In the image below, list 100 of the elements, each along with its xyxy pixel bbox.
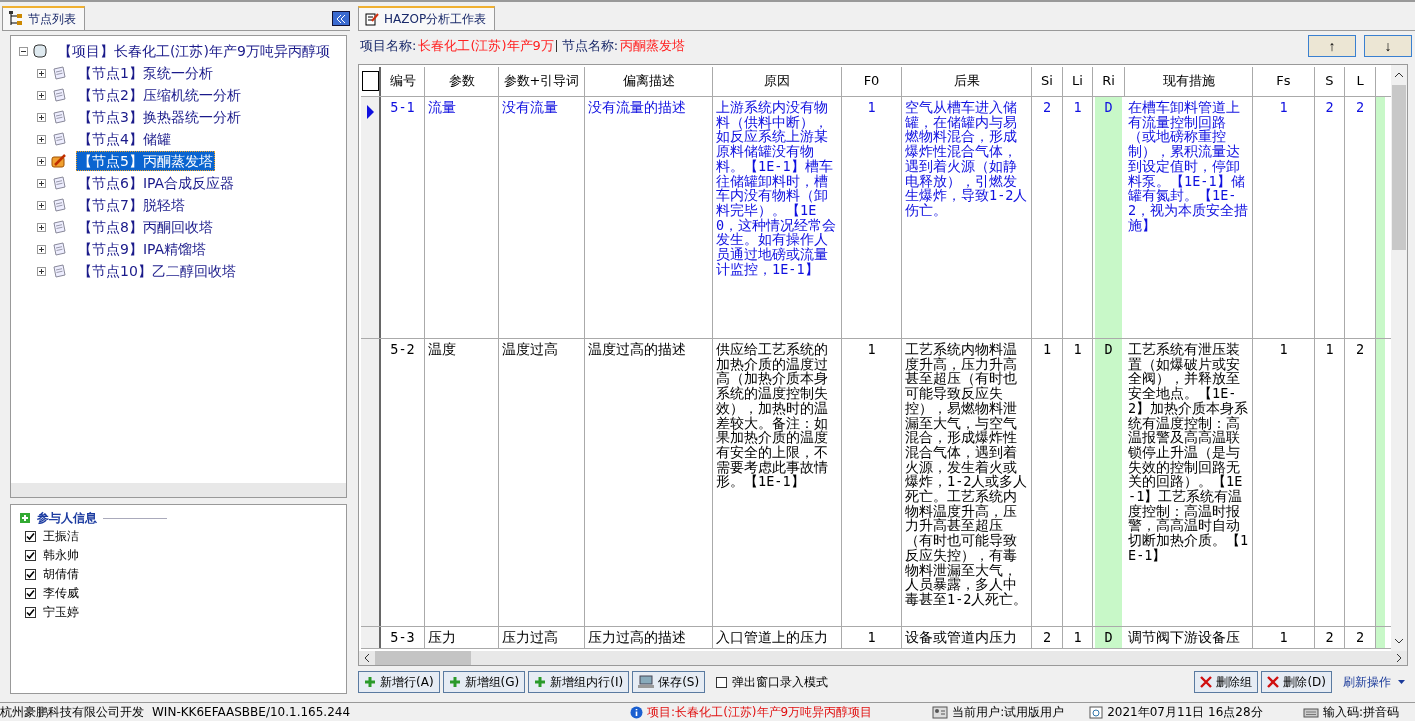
expand-icon[interactable]: [37, 156, 46, 166]
worksheet-tab[interactable]: HAZOP分析工作表: [358, 6, 496, 30]
tree-item[interactable]: 【节点4】储罐: [76, 129, 173, 149]
column-header[interactable]: 现有措施: [1125, 67, 1253, 96]
checkbox[interactable]: [25, 607, 36, 618]
expand-icon[interactable]: [37, 244, 46, 254]
scrollbar-thumb[interactable]: [1392, 85, 1406, 250]
document-icon: [51, 175, 67, 191]
horizontal-scrollbar[interactable]: [359, 651, 1407, 665]
expand-icon[interactable]: [37, 200, 46, 210]
user-status: 当前用户:试用版用户: [952, 703, 1065, 721]
expand-icon[interactable]: [37, 178, 46, 188]
column-header[interactable]: S: [1315, 67, 1345, 96]
expand-icon[interactable]: [37, 90, 46, 100]
collapse-button[interactable]: [332, 11, 350, 26]
table-cell: 2: [1032, 627, 1063, 648]
column-header[interactable]: F0: [842, 67, 902, 96]
table-cell: 调节阀下游设备压: [1125, 627, 1253, 648]
table-cell: 1: [1253, 97, 1315, 338]
horizontal-scrollbar[interactable]: [11, 483, 346, 497]
column-header[interactable]: Si: [1032, 67, 1063, 96]
move-up-button[interactable]: ↑: [1308, 35, 1356, 57]
refresh-menu[interactable]: 刷新操作: [1341, 673, 1407, 691]
column-header[interactable]: Fs: [1253, 67, 1315, 96]
column-header[interactable]: 编号: [381, 67, 425, 96]
row-indicator[interactable]: [361, 627, 381, 648]
caret-icon: [1398, 680, 1405, 684]
expand-icon[interactable]: [37, 266, 46, 276]
column-header[interactable]: Li: [1063, 67, 1093, 96]
add-button[interactable]: 新增行(A): [358, 671, 440, 693]
edit-icon: [365, 12, 379, 26]
tree-item[interactable]: 【节点5】丙酮蒸发塔: [76, 151, 215, 171]
column-header[interactable]: 参数+引导词: [499, 67, 585, 96]
column-header[interactable]: 偏离描述: [585, 67, 713, 96]
expand-icon[interactable]: [37, 134, 46, 144]
table-cell: 2: [1315, 97, 1345, 338]
table-cell: 工艺系统有泄压装置（如爆破片或安全阀），并释放至安全地点。【1E-2】加热介质本身系统有温度控制：高温报警及高高温联锁停止升温（是与失效的控制回路无关的回路）。【1E-1】工艺系统有温度控制：高温时报警，高高温时自动切断加热介质。【1E-1】: [1125, 339, 1253, 626]
plus-icon: [364, 676, 376, 688]
pencil-note-icon: [51, 153, 67, 169]
checkbox[interactable]: [25, 588, 36, 599]
chevron-down-icon[interactable]: [1394, 637, 1404, 645]
expand-icon[interactable]: [37, 112, 46, 122]
table-cell: 温度过高的描述: [585, 339, 713, 626]
chevron-up-icon[interactable]: [1394, 71, 1404, 79]
tree-item[interactable]: 【节点10】乙二醇回收塔: [76, 261, 238, 281]
scrollbar-thumb[interactable]: [375, 651, 471, 665]
table-cell: D: [1093, 97, 1125, 338]
table-cell: 压力过高的描述: [585, 627, 713, 648]
expand-icon[interactable]: [37, 222, 46, 232]
tree-item[interactable]: 【节点3】换热器统一分析: [76, 107, 243, 127]
tree-item[interactable]: 【节点7】脱轻塔: [76, 195, 187, 215]
table-cell: D: [1093, 339, 1125, 626]
checkbox[interactable]: [25, 531, 36, 542]
checkbox-label: 弹出窗口录入模式: [732, 673, 829, 691]
column-header[interactable]: 后果: [902, 67, 1032, 96]
computer-icon: [638, 675, 655, 689]
participant-name: 韩永帅: [43, 547, 79, 564]
tree-item[interactable]: 【节点1】泵统一分析: [76, 63, 215, 83]
table-cell: 5-1: [381, 97, 425, 338]
delete-button[interactable]: 删除组: [1194, 671, 1259, 693]
tree-icon: [9, 11, 23, 27]
document-icon: [51, 219, 67, 235]
row-indicator[interactable]: [361, 97, 381, 338]
date-time: 2021年07月11日 16点28分: [1107, 703, 1263, 721]
tree-item[interactable]: 【节点6】IPA合成反应器: [76, 173, 237, 193]
move-down-button[interactable]: ↓: [1364, 35, 1412, 57]
delete-button[interactable]: 删除(D): [1261, 671, 1332, 693]
checkbox[interactable]: [25, 569, 36, 580]
tree-item[interactable]: 【节点8】丙酮回收塔: [76, 217, 215, 237]
host-text: WIN-KK6EFAASBBE/10.1.165.244: [152, 705, 351, 719]
participant-name: 李传威: [43, 585, 79, 602]
document-icon: [51, 263, 67, 279]
tree-item[interactable]: 【节点9】IPA精馏塔: [76, 239, 209, 259]
collapse-icon[interactable]: [19, 46, 28, 56]
expand-icon[interactable]: [37, 68, 46, 78]
table-cell: 1: [842, 339, 902, 626]
add-button[interactable]: 新增组内行(I): [528, 671, 630, 693]
vertical-scrollbar[interactable]: [1391, 65, 1407, 651]
add-button[interactable]: 新增组(G): [442, 671, 526, 693]
checkbox[interactable]: [716, 676, 728, 688]
participant-name: 王振洁: [43, 528, 79, 545]
table-cell: 入口管道上的压力: [713, 627, 842, 648]
table-cell: 没有流量: [499, 97, 585, 338]
tree-item[interactable]: 【节点2】压缩机统一分析: [76, 85, 243, 105]
table-cell: 温度: [425, 339, 499, 626]
chevron-left-icon[interactable]: [363, 653, 371, 663]
tree-item[interactable]: 【项目】长春化工(江苏)年产9万吨异丙醇项: [56, 41, 332, 61]
table-cell: 压力过高: [499, 627, 585, 648]
column-header[interactable]: 原因: [713, 67, 842, 96]
chevron-right-icon[interactable]: [1395, 653, 1403, 663]
checkbox[interactable]: [25, 550, 36, 561]
select-all-cell[interactable]: [361, 67, 381, 96]
node-list-tab[interactable]: 节点列表: [2, 6, 85, 30]
column-header[interactable]: Ri: [1093, 67, 1125, 96]
save-button[interactable]: 保存(S): [632, 671, 706, 693]
column-header[interactable]: 参数: [425, 67, 499, 96]
row-indicator[interactable]: [361, 339, 381, 626]
table-cell: 压力: [425, 627, 499, 648]
column-header[interactable]: L: [1345, 67, 1376, 96]
table-cell: 流量: [425, 97, 499, 338]
